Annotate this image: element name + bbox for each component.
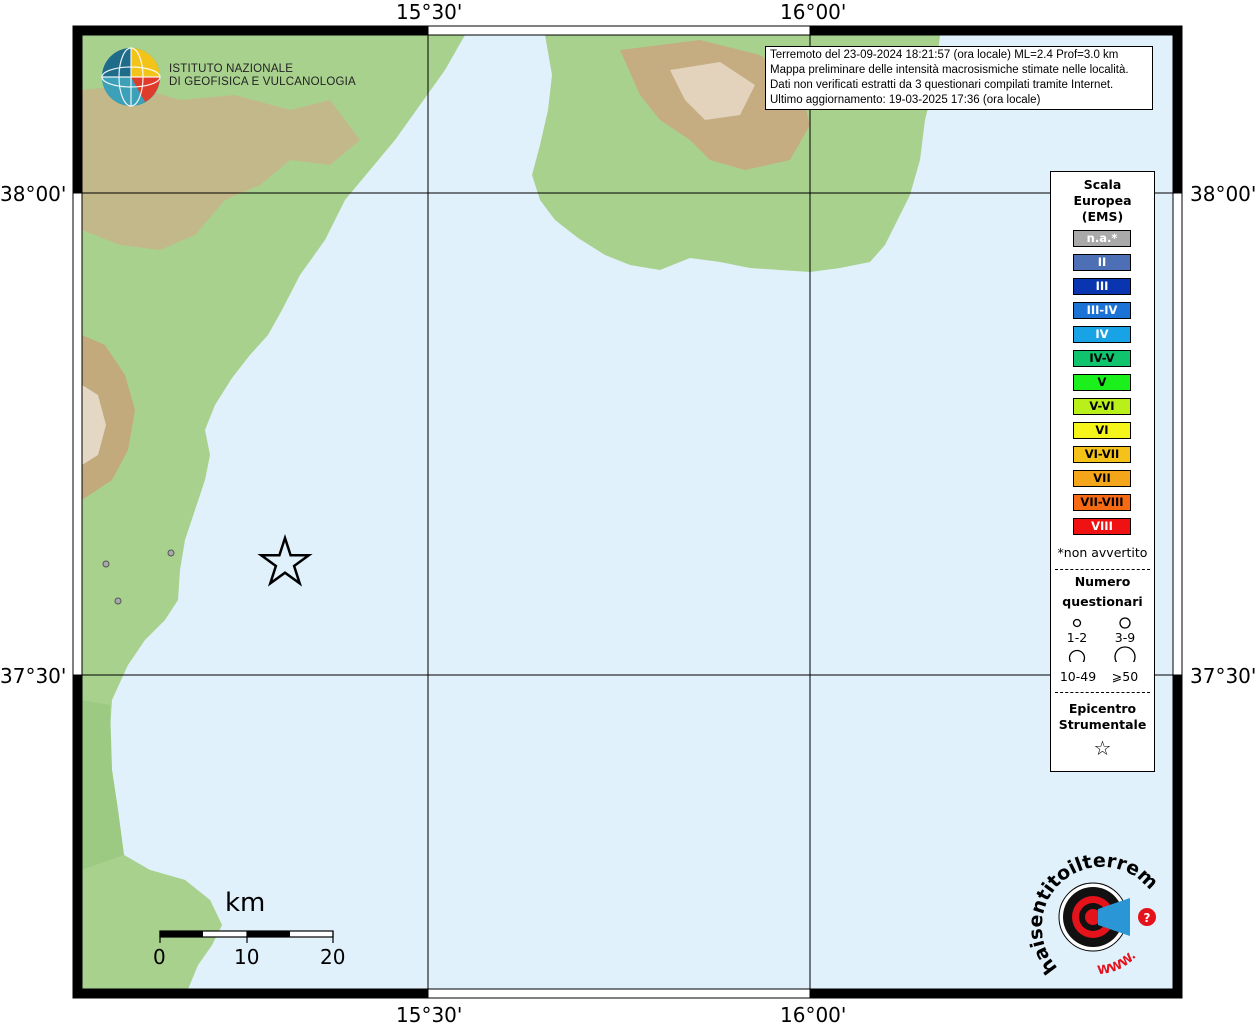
count-label-50-plus: ⩾50 bbox=[1111, 669, 1139, 684]
scale-label-0: 0 bbox=[153, 945, 166, 969]
ems-item: VI bbox=[1073, 422, 1131, 439]
event-info-line4: Ultimo aggiornamento: 19-03-2025 17:36 (… bbox=[770, 94, 1041, 106]
right-latitude-label-1: 38°00' bbox=[1190, 182, 1255, 206]
ems-item: IV-V bbox=[1073, 350, 1131, 367]
badge-www: WWW. bbox=[1096, 949, 1138, 978]
institute-name: ISTITUTO NAZIONALE DI GEOFISICA E VULCAN… bbox=[169, 63, 356, 89]
count-title-line1: Numero bbox=[1074, 574, 1131, 589]
top-longitude-label-2: 16°00' bbox=[780, 0, 847, 24]
badge-question-icon: ? bbox=[1144, 911, 1151, 925]
count-symbol-50-plus bbox=[1114, 646, 1136, 662]
right-latitude-label-2: 37°30' bbox=[1190, 664, 1255, 688]
legend-title-line1: Scala bbox=[1083, 177, 1122, 192]
scale-label-10: 10 bbox=[234, 945, 260, 969]
epicenter-title-line1: Epicentro bbox=[1068, 701, 1137, 716]
left-latitude-label-1: 38°00' bbox=[0, 182, 67, 206]
event-info-line3: Dati non verificati estratti da 3 questi… bbox=[770, 79, 1114, 91]
legend-divider bbox=[1055, 569, 1150, 570]
ems-item: VI-VII bbox=[1073, 446, 1131, 463]
ems-item: VII-VIII bbox=[1073, 494, 1131, 511]
event-info-box: Terremoto del 23-09-2024 18:21:57 (ora l… bbox=[765, 46, 1153, 110]
ingv-logo-icon bbox=[101, 47, 161, 107]
count-label-1-2: 1-2 bbox=[1066, 630, 1088, 645]
bottom-longitude-label-2: 16°00' bbox=[780, 1003, 847, 1027]
left-latitude-label-2: 37°30' bbox=[0, 664, 67, 688]
count-label-10-49: 10-49 bbox=[1059, 669, 1097, 684]
ems-item: III bbox=[1073, 278, 1131, 295]
epicenter-star-icon: ☆ bbox=[1093, 736, 1112, 760]
ems-item: III-IV bbox=[1073, 302, 1131, 319]
count-symbol-3-9 bbox=[1119, 617, 1131, 629]
scale-title: km bbox=[225, 888, 266, 918]
count-symbol-1-2 bbox=[1072, 618, 1082, 628]
ems-item: n.a.* bbox=[1073, 230, 1131, 247]
event-info-line2: Mappa preliminare delle intensità macros… bbox=[770, 64, 1129, 76]
ems-item: V bbox=[1073, 374, 1131, 391]
ems-item: II bbox=[1073, 254, 1131, 271]
ems-item: VII bbox=[1073, 470, 1131, 487]
locality-marker bbox=[167, 549, 175, 557]
ems-item: VIII bbox=[1073, 518, 1131, 535]
badge-site-name: haisentitoilterremoto.it bbox=[1028, 850, 1162, 978]
event-info-line1: Terremoto del 23-09-2024 18:21:57 (ora l… bbox=[770, 49, 1119, 61]
legend-panel: Scala Europea (EMS) n.a.* II III III-IV IV IV… bbox=[1050, 171, 1155, 772]
legend-note: *non avvertito bbox=[1057, 545, 1148, 560]
ems-item: IV bbox=[1073, 326, 1131, 343]
legend-title-line3: (EMS) bbox=[1081, 209, 1124, 224]
legend-title-line2: Europea bbox=[1073, 193, 1132, 208]
count-symbol-10-49 bbox=[1068, 649, 1086, 662]
haisentito-badge-text: haisentitoilterremoto.it WWW. ? bbox=[1028, 850, 1162, 978]
ems-item: V-VI bbox=[1073, 398, 1131, 415]
count-label-3-9: 3-9 bbox=[1114, 630, 1136, 645]
svg-text:haisentitoilterremoto.it: haisentitoilterremoto.it bbox=[1028, 850, 1162, 978]
svg-text:WWW.: WWW. bbox=[1096, 949, 1138, 978]
institute-name-line2: DI GEOFISICA E VULCANOLOGIA bbox=[169, 76, 356, 88]
bottom-longitude-label-1: 15°30' bbox=[396, 1003, 463, 1027]
top-longitude-label-1: 15°30' bbox=[396, 0, 463, 24]
epicenter-title-line2: Strumentale bbox=[1058, 717, 1147, 732]
legend-divider bbox=[1055, 692, 1150, 693]
locality-marker bbox=[114, 597, 122, 605]
count-title-line2: questionari bbox=[1062, 594, 1143, 609]
locality-marker bbox=[102, 560, 110, 568]
scale-label-20: 20 bbox=[320, 945, 346, 969]
institute-name-line1: ISTITUTO NAZIONALE bbox=[169, 63, 294, 75]
